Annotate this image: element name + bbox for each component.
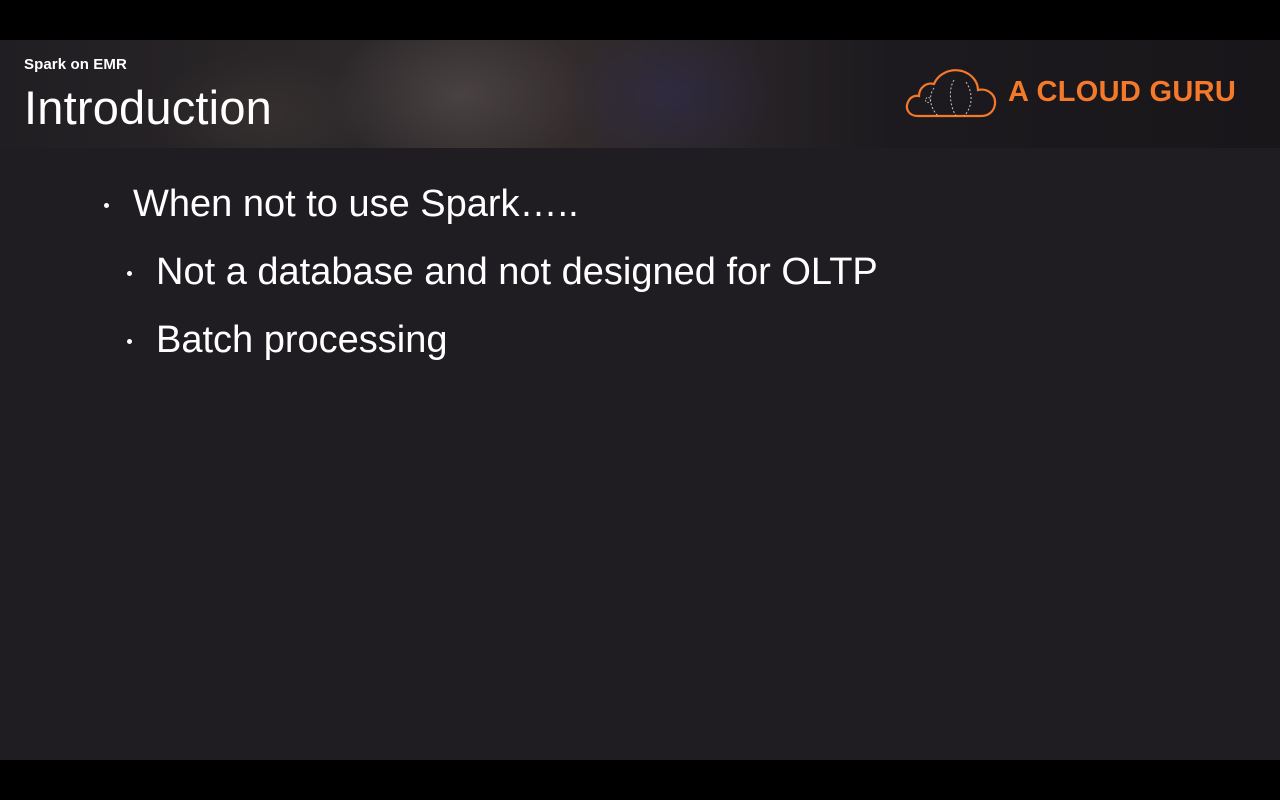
header-background-highlight	[330, 40, 590, 148]
header-background-shadow	[560, 40, 780, 148]
presentation-slide: Spark on EMR Introduction A CLOUD GURU W…	[0, 40, 1280, 760]
letterbox-top	[0, 0, 1280, 40]
course-subtitle: Spark on EMR	[24, 56, 127, 73]
brand-logo: A CLOUD GURU	[904, 66, 1244, 122]
bullet-dot	[104, 203, 109, 208]
bullet-text: Not a database and not designed for OLTP	[156, 251, 878, 293]
slide-header: Spark on EMR Introduction A CLOUD GURU	[0, 40, 1280, 148]
brand-name: A CLOUD GURU	[1008, 76, 1237, 108]
letterbox-bottom	[0, 760, 1280, 800]
bullet-dot	[127, 339, 132, 344]
slide-title: Introduction	[24, 81, 273, 134]
cloud-logo-icon	[905, 69, 997, 118]
bullet-text: Batch processing	[156, 319, 448, 361]
bullet-text: When not to use Spark…..	[133, 183, 579, 225]
bullet-dot	[127, 271, 132, 276]
